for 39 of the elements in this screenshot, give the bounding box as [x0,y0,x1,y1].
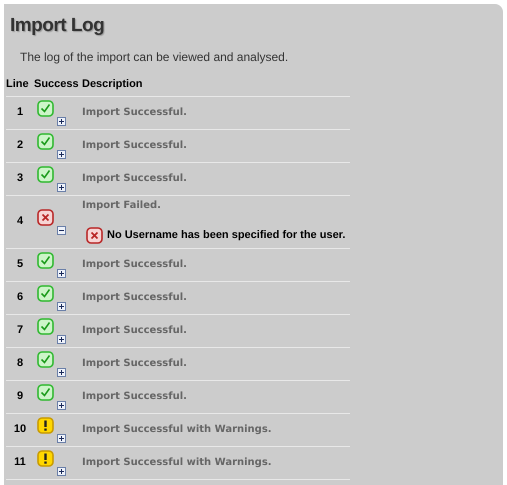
description-text: Import Successful. [82,390,188,404]
expand-icon[interactable] [57,368,66,376]
description-text: Import Successful. [82,324,188,338]
expand-icon[interactable] [57,434,66,442]
intro-text: The log of the import can be viewed and analysed. [20,50,290,64]
expand-icon[interactable] [57,400,66,410]
line-number: 4 [6,195,34,248]
description-text: Import Successful. [82,357,188,371]
description-text: Import Successful. [82,139,188,153]
expand-icon[interactable] [57,466,66,476]
expand-icon[interactable] [57,268,66,278]
column-header: Description [82,76,350,96]
line-number: 6 [6,281,34,314]
line-number: 1 [6,96,34,129]
description-text: Import Successful. [82,258,188,272]
column-header: Success [34,76,82,96]
line-number: 9 [6,380,34,413]
line-number: 2 [6,129,34,162]
line-number: 7 [6,314,34,347]
description-text: Import Successful with Warnings. [82,456,273,470]
description-text: Import Successful with Warnings. [82,423,273,437]
expand-icon[interactable] [57,334,66,344]
line-number: 11 [6,446,34,479]
line-number: 8 [6,347,34,380]
description-text: Import Failed. [82,198,162,212]
line-number: 10 [6,413,34,446]
page-title: Import Log [10,14,106,38]
detail-message: No Username has been specified for the user. [107,228,346,243]
line-number: 3 [6,162,34,195]
description-text: Import Successful. [82,291,188,305]
collapse-icon[interactable] [57,226,66,234]
line-number: 5 [6,248,34,281]
expand-icon[interactable] [57,302,66,310]
description-text: Import Successful. [82,172,188,186]
description-text: Import Successful. [82,106,188,120]
column-header: Line [6,76,34,96]
expand-icon[interactable] [57,116,66,126]
expand-icon[interactable] [57,182,66,192]
expand-icon[interactable] [57,150,66,158]
